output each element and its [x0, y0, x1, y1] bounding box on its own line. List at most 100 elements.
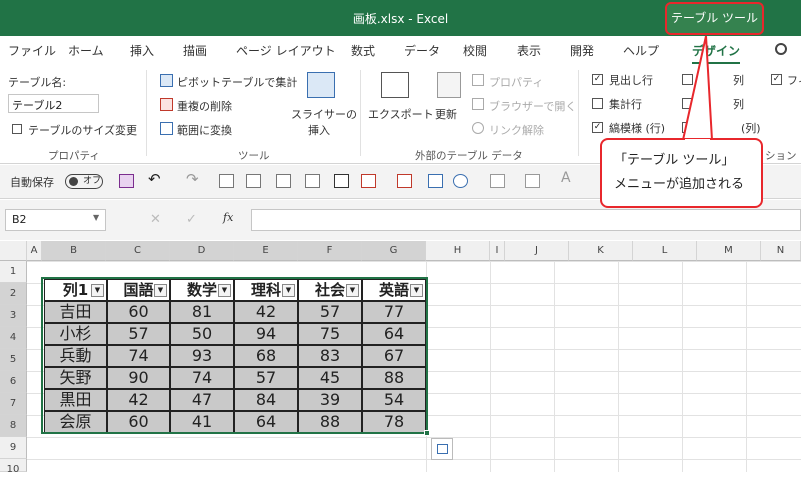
- save-icon[interactable]: [119, 174, 134, 188]
- table-score-cell[interactable]: 68: [234, 345, 298, 367]
- table-grid-icon[interactable]: [246, 174, 261, 188]
- table-score-cell[interactable]: 57: [107, 323, 170, 345]
- banded-columns-checkbox[interactable]: [682, 122, 693, 133]
- last-column-checkbox[interactable]: [682, 98, 693, 109]
- table-score-cell[interactable]: 60: [107, 411, 170, 433]
- table-header-cell[interactable]: 社会 ▼: [298, 279, 362, 301]
- row-header[interactable]: 6: [0, 371, 27, 393]
- border-color-icon[interactable]: [361, 174, 376, 188]
- table-score-cell[interactable]: 42: [107, 389, 170, 411]
- row-header[interactable]: 8: [0, 415, 27, 437]
- table-score-cell[interactable]: 50: [170, 323, 234, 345]
- insert-function-icon[interactable]: fx: [223, 211, 233, 224]
- table-score-cell[interactable]: 75: [298, 323, 362, 345]
- table-header-cell[interactable]: 国語 ▼: [107, 279, 170, 301]
- table-header-cell[interactable]: 列1 ▼: [44, 279, 107, 301]
- tab-page-layout[interactable]: ページ レイアウト: [236, 42, 336, 59]
- table-score-cell[interactable]: 88: [298, 411, 362, 433]
- table-grid-icon[interactable]: [305, 174, 320, 188]
- select-all-corner[interactable]: [0, 241, 27, 261]
- font-color-icon[interactable]: A: [561, 170, 576, 186]
- table-name-cell[interactable]: 吉田: [44, 301, 107, 323]
- row-header[interactable]: 10: [0, 459, 27, 475]
- row-header[interactable]: 2: [0, 283, 27, 305]
- tab-formulas[interactable]: 数式: [351, 42, 375, 59]
- table-tools-contextual-tab[interactable]: テーブル ツール: [665, 2, 764, 35]
- header-row-checkbox[interactable]: ✓: [592, 74, 603, 85]
- fill-handle[interactable]: [424, 430, 430, 436]
- tab-home[interactable]: ホーム: [68, 42, 104, 59]
- autosave-toggle[interactable]: オフ: [65, 174, 103, 189]
- table-score-cell[interactable]: 90: [107, 367, 170, 389]
- table-header-cell[interactable]: 数学 ▼: [170, 279, 234, 301]
- export-button[interactable]: エクスポート: [368, 106, 434, 122]
- table-name-cell[interactable]: 矢野: [44, 367, 107, 389]
- table-score-cell[interactable]: 57: [234, 367, 298, 389]
- table-name-cell[interactable]: 黒田: [44, 389, 107, 411]
- convert-to-range-button[interactable]: 範囲に変換: [177, 122, 232, 138]
- tab-view[interactable]: 表示: [517, 42, 541, 59]
- remove-duplicates-button[interactable]: 重複の削除: [177, 98, 232, 114]
- formula-input[interactable]: [251, 209, 801, 231]
- first-column-checkbox[interactable]: [682, 74, 693, 85]
- table-score-cell[interactable]: 81: [170, 301, 234, 323]
- column-header[interactable]: K: [569, 241, 633, 261]
- filter-dropdown-icon[interactable]: ▼: [154, 284, 167, 297]
- name-box[interactable]: B2: [5, 209, 106, 231]
- column-header[interactable]: L: [633, 241, 697, 261]
- table-score-cell[interactable]: 74: [170, 367, 234, 389]
- table-header-cell[interactable]: 英語 ▼: [362, 279, 426, 301]
- row-header[interactable]: 4: [0, 327, 27, 349]
- table-score-cell[interactable]: 74: [107, 345, 170, 367]
- chevron-down-icon[interactable]: ▼: [93, 213, 99, 222]
- column-header[interactable]: B: [42, 241, 106, 261]
- tab-developer[interactable]: 開発: [570, 42, 594, 59]
- column-header[interactable]: D: [170, 241, 234, 261]
- tab-draw[interactable]: 描画: [183, 42, 207, 59]
- table-score-cell[interactable]: 67: [362, 345, 426, 367]
- column-header[interactable]: I: [490, 241, 505, 261]
- column-header[interactable]: H: [426, 241, 490, 261]
- cancel-icon[interactable]: ✕: [150, 212, 161, 227]
- table-score-cell[interactable]: 47: [170, 389, 234, 411]
- table-score-cell[interactable]: 42: [234, 301, 298, 323]
- table-score-cell[interactable]: 88: [362, 367, 426, 389]
- column-header[interactable]: E: [234, 241, 298, 261]
- row-header[interactable]: 5: [0, 349, 27, 371]
- table-name-input[interactable]: テーブル2: [8, 94, 99, 113]
- table-score-cell[interactable]: 83: [298, 345, 362, 367]
- clear-filter-icon[interactable]: [397, 174, 412, 188]
- table-score-cell[interactable]: 41: [170, 411, 234, 433]
- table-score-cell[interactable]: 60: [107, 301, 170, 323]
- row-header[interactable]: 1: [0, 261, 27, 283]
- shapes-icon[interactable]: [453, 174, 468, 188]
- row-header[interactable]: 9: [0, 437, 27, 459]
- refresh-button[interactable]: 更新: [435, 106, 457, 122]
- column-header[interactable]: J: [505, 241, 569, 261]
- worksheet-grid[interactable]: A B C D E F G H I J K L M N 1 2 3 4 5 6 …: [0, 241, 801, 475]
- search-icon[interactable]: [775, 43, 787, 55]
- column-header[interactable]: G: [362, 241, 426, 261]
- summarize-pivot-button[interactable]: ピボットテーブルで集計: [177, 74, 297, 90]
- row-header[interactable]: 7: [0, 393, 27, 415]
- pen-color-icon[interactable]: [525, 174, 540, 188]
- unlink-button[interactable]: リンク解除: [489, 122, 544, 138]
- column-header[interactable]: A: [27, 241, 42, 261]
- table-score-cell[interactable]: 57: [298, 301, 362, 323]
- table-header-cell[interactable]: 理科 ▼: [234, 279, 298, 301]
- tab-file[interactable]: ファイル: [8, 42, 56, 59]
- tab-insert[interactable]: 挿入: [130, 42, 154, 59]
- filter-dropdown-icon[interactable]: ▼: [218, 284, 231, 297]
- quick-analysis-icon[interactable]: [431, 438, 453, 460]
- table-grid-icon[interactable]: [219, 174, 234, 188]
- enter-icon[interactable]: ✓: [186, 212, 197, 227]
- insert-slicer-button[interactable]: スライサーの: [291, 106, 357, 122]
- table-score-cell[interactable]: 78: [362, 411, 426, 433]
- undo-icon[interactable]: ↶: [148, 170, 163, 188]
- column-header[interactable]: M: [697, 241, 761, 261]
- column-header[interactable]: N: [761, 241, 801, 261]
- filter-dropdown-icon[interactable]: ▼: [346, 284, 359, 297]
- filter-button-checkbox[interactable]: ✓: [771, 74, 782, 85]
- table-score-cell[interactable]: 39: [298, 389, 362, 411]
- table-name-cell[interactable]: 小杉: [44, 323, 107, 345]
